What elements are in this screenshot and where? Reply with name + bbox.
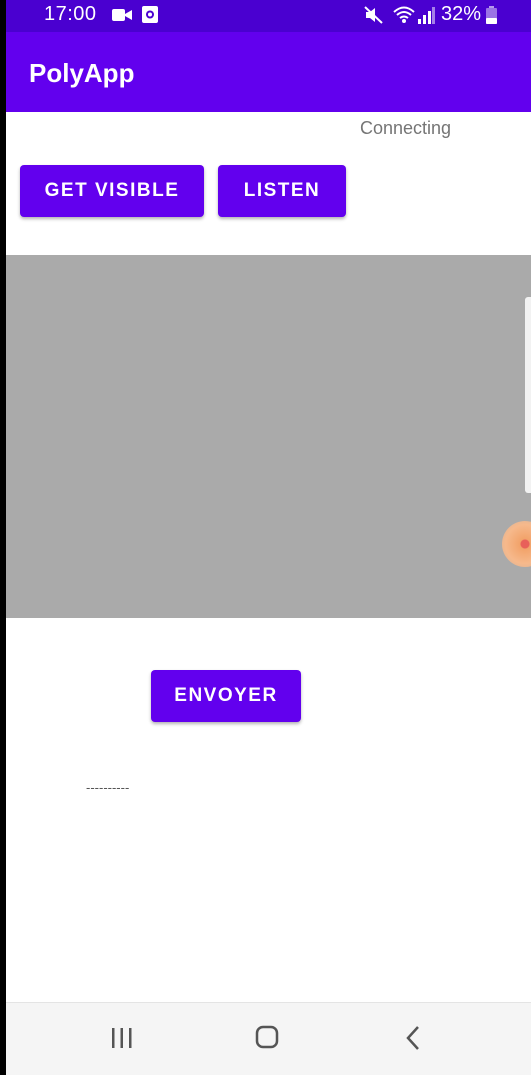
map-view[interactable] [6, 255, 531, 618]
app-title: PolyApp [29, 58, 135, 88]
wifi-icon [393, 6, 415, 23]
envoyer-button[interactable]: ENVOYER [151, 670, 301, 722]
signal-icon [418, 7, 435, 24]
home-icon[interactable] [255, 1025, 279, 1049]
status-time: 17:00 [44, 3, 97, 25]
back-icon[interactable] [404, 1025, 422, 1051]
get-visible-button[interactable]: GET VISIBLE [20, 165, 204, 217]
recents-icon[interactable] [110, 1027, 134, 1049]
mute-icon [364, 6, 383, 24]
floating-record-icon[interactable] [502, 521, 531, 567]
screen-record-icon [142, 6, 158, 23]
app-bar: PolyApp [6, 32, 531, 112]
video-icon [112, 9, 132, 21]
connection-status: Connecting [360, 118, 452, 138]
navigation-bar [6, 1002, 531, 1075]
edge-panel-handle[interactable] [525, 297, 531, 493]
status-bar: 17:00 32% [6, 0, 531, 32]
message-text: ---------- [86, 780, 130, 795]
battery-icon [486, 6, 497, 24]
main-content: Connecting GET VISIBLE LISTEN ENVOYER --… [6, 112, 531, 1002]
listen-button[interactable]: LISTEN [218, 165, 346, 217]
phone-screen: 17:00 32% PolyApp Connecting GET VISIBLE… [0, 0, 531, 1075]
battery-percent: 32% [441, 3, 482, 25]
